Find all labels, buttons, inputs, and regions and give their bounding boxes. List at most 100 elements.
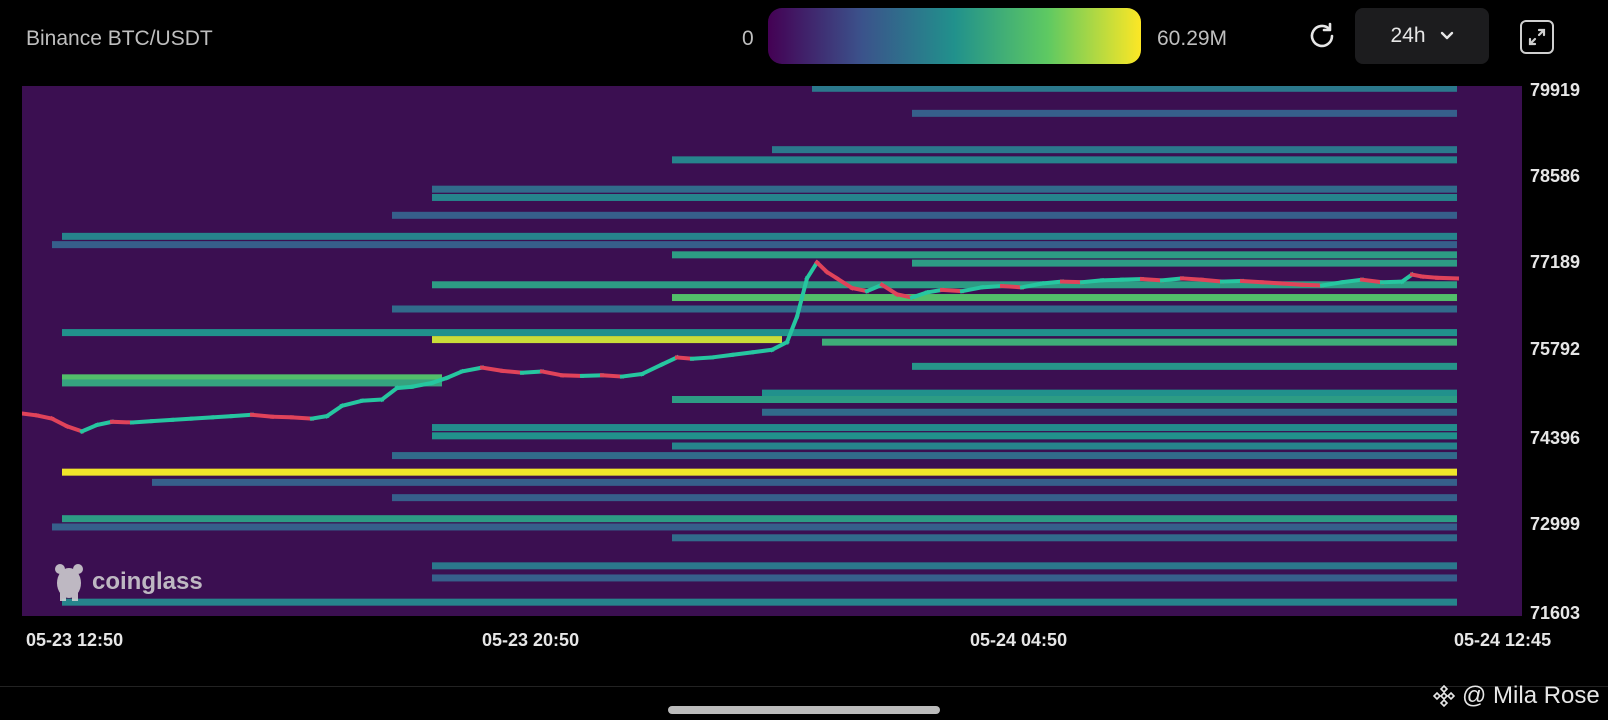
- price-segment: [1139, 276, 1165, 283]
- price-segment: [209, 413, 235, 420]
- liquidity-band: [62, 329, 1457, 337]
- liquidity-band: [432, 424, 1457, 432]
- price-segment: [619, 371, 645, 379]
- liquidity-band: [672, 534, 1457, 542]
- price-segment: [359, 397, 385, 403]
- liquidity-band: [762, 389, 1457, 397]
- price-segment: [1339, 277, 1365, 285]
- price-segment: [1434, 275, 1460, 281]
- price-segment: [1199, 277, 1225, 284]
- price-segment: [1299, 282, 1325, 288]
- price-segment: [1179, 276, 1205, 282]
- price-segment: [1239, 278, 1265, 285]
- liquidity-band: [62, 598, 1457, 606]
- colorbar-max-label: 60.29M: [1157, 27, 1228, 50]
- y-tick-label: 77189: [1530, 252, 1581, 272]
- price-segment: [559, 373, 585, 378]
- price-segment: [749, 347, 775, 355]
- liquidity-band: [392, 452, 1457, 460]
- price-segment: [22, 411, 40, 418]
- liquidity-band: [672, 396, 1457, 404]
- divider: [0, 686, 1608, 687]
- liquidity-band: [62, 232, 1457, 240]
- price-segment: [79, 422, 100, 434]
- y-tick-label: 72999: [1530, 514, 1581, 534]
- price-segment: [1039, 279, 1065, 286]
- price-segment: [674, 355, 695, 361]
- liquidity-band: [392, 211, 1457, 219]
- price-segment: [939, 287, 965, 294]
- price-segment: [579, 373, 605, 378]
- liquidity-band: [52, 523, 1457, 531]
- price-segment: [1259, 280, 1285, 286]
- liquidity-band: [912, 109, 1457, 117]
- liquidity-band: [52, 241, 1457, 249]
- liquidity-band: [912, 259, 1457, 267]
- liquidity-band: [432, 574, 1457, 582]
- price-segment: [459, 365, 485, 374]
- price-segment: [94, 419, 115, 428]
- colorbar-min-label: 0: [742, 27, 754, 50]
- liquidity-band: [672, 294, 1457, 302]
- price-segment: [269, 414, 295, 420]
- credit-text: @ Mila Rose: [1462, 682, 1600, 709]
- price-segment: [999, 283, 1025, 290]
- price-segment: [709, 352, 735, 360]
- price-segment: [1119, 276, 1145, 282]
- refresh-button[interactable]: [1306, 20, 1338, 52]
- liquidity-band: [432, 193, 1457, 201]
- liquidity-band: [772, 146, 1457, 154]
- liquidity-band: [392, 494, 1457, 502]
- y-tick-label: 78586: [1530, 166, 1581, 186]
- price-segment: [189, 415, 215, 421]
- price-segment: [539, 369, 565, 378]
- price-segment: [1219, 278, 1245, 284]
- price-segment: [599, 373, 625, 379]
- price-segment: [639, 361, 665, 377]
- binance-logo-icon: [1432, 684, 1456, 708]
- price-segment: [1099, 277, 1125, 283]
- price-segment: [729, 350, 755, 358]
- price-segment: [804, 259, 820, 282]
- price-segment: [924, 287, 945, 295]
- liquidity-band: [432, 562, 1457, 570]
- x-tick-label: 05-24 04:50: [970, 630, 1068, 650]
- liquidity-band: [432, 336, 782, 344]
- price-segment: [229, 412, 255, 419]
- price-segment: [499, 368, 525, 375]
- liquidity-band: [152, 478, 1457, 486]
- credit: @ Mila Rose: [1432, 682, 1600, 710]
- price-segment: [519, 369, 545, 375]
- home-indicator[interactable]: [668, 706, 940, 714]
- liquidity-band: [822, 338, 1457, 346]
- colorbar: [768, 8, 1141, 64]
- price-segment: [1359, 277, 1385, 285]
- chevron-down-icon: [1440, 31, 1453, 40]
- price-segment: [129, 419, 155, 425]
- liquidity-band: [62, 515, 1457, 523]
- expand-icon: [1528, 28, 1546, 46]
- liquidity-band: [392, 305, 1457, 313]
- liquidity-band: [672, 442, 1457, 450]
- price-segment: [149, 417, 175, 424]
- watermark-text: coinglass: [92, 568, 203, 595]
- y-tick-label: 74396: [1530, 428, 1581, 448]
- liquidity-band: [812, 86, 1457, 92]
- price-segment: [339, 398, 365, 409]
- expand-button[interactable]: [1520, 20, 1554, 54]
- price-segment: [1059, 279, 1085, 285]
- liquidity-band: [762, 408, 1457, 416]
- refresh-icon: [1310, 22, 1334, 48]
- timeframe-select[interactable]: 24h: [1355, 8, 1489, 64]
- x-tick-label: 05-23 20:50: [482, 630, 580, 650]
- price-segment: [1279, 281, 1305, 287]
- price-segment: [379, 385, 400, 403]
- price-segment: [289, 415, 315, 421]
- liquidity-band: [672, 156, 1457, 164]
- liquidity-band: [62, 379, 442, 387]
- price-segment: [169, 416, 195, 423]
- liquidity-band: [912, 362, 1457, 370]
- y-tick-label: 71603: [1530, 603, 1581, 623]
- x-tick-label: 05-24 12:45: [1454, 630, 1552, 650]
- liquidity-band: [432, 185, 1457, 193]
